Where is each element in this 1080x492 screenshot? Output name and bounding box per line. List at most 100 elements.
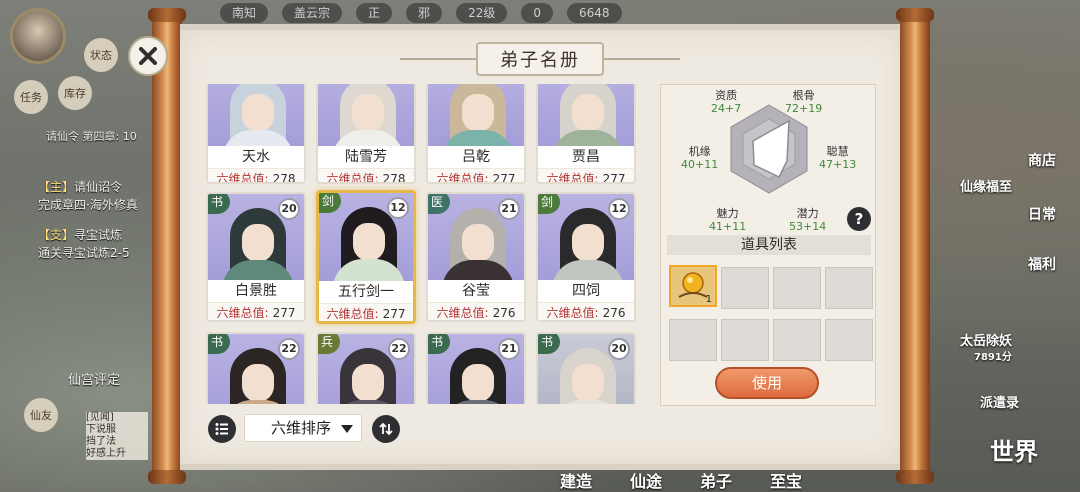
welfare-button[interactable]: 福利 — [1028, 254, 1056, 274]
nav-build[interactable]: 建造 — [560, 468, 592, 492]
disciple-card[interactable]: 书 21 — [426, 332, 526, 404]
stat-wisdom: 聪慧 47+13 — [819, 145, 856, 171]
daily-button[interactable]: 日常 — [1028, 204, 1056, 224]
stat-value: 41+11 — [709, 220, 747, 233]
stat-charm: 魅力 41+11 — [709, 207, 746, 233]
item-slot-empty[interactable] — [669, 319, 717, 361]
close-button[interactable] — [128, 36, 168, 76]
currency-jade: 6648 — [566, 3, 622, 23]
chat-preview[interactable]: [见闻] 下说服 挡了法 好感上升 — [86, 412, 148, 460]
stat-name: 根骨 — [792, 89, 815, 102]
item-slot-empty[interactable] — [825, 267, 873, 309]
stat-potential: 潜力 53+14 — [789, 207, 826, 233]
disciple-portrait — [208, 84, 304, 146]
disciple-portrait — [538, 84, 634, 146]
alignment-righteous: 正 — [356, 3, 393, 23]
stock-button[interactable]: 库存 — [58, 76, 92, 110]
gift-button[interactable]: 仙缘福至 — [960, 176, 1012, 195]
caret-down-icon — [341, 425, 353, 433]
stat-value: 47+13 — [819, 158, 857, 171]
stat-value: 72+19 — [785, 102, 823, 115]
stat-value: 53+14 — [789, 220, 827, 233]
disciple-name: 五行剑一 — [319, 281, 413, 303]
sort-order-toggle[interactable] — [372, 415, 400, 443]
sort-arrows-icon — [379, 422, 393, 436]
item-slot-empty[interactable] — [825, 319, 873, 361]
stat-value: 24+7 — [711, 102, 742, 115]
player-name: 南知 — [220, 3, 269, 23]
stat-value: 278 — [272, 172, 296, 184]
scroll-rod-left — [148, 8, 186, 484]
top-resource-bar: 南知 盖云宗 正 邪 22级 0 6648 — [220, 0, 840, 26]
stat-name: 潜力 — [796, 207, 819, 220]
disciple-name: 贾昌 — [538, 146, 634, 168]
list-filter-icon — [215, 423, 228, 435]
disciple-name: 四饲 — [538, 280, 634, 302]
disciple-detail-panel: 资质 24+7 根骨 72+19 聪慧 47+13 潜力 53+14 魅力 41… — [660, 84, 876, 406]
stat-value: 278 — [382, 172, 406, 184]
friends-button[interactable]: 仙友 — [24, 398, 58, 432]
disciple-card[interactable]: 吕乾 六维总值: 277 — [426, 84, 526, 184]
stat-value: 277 — [492, 172, 516, 184]
boss-button[interactable]: 太岳除妖 — [960, 330, 1012, 349]
use-item-button[interactable]: 使用 — [715, 367, 819, 399]
disciple-card[interactable]: 贾昌 六维总值: 277 — [536, 84, 636, 184]
level-badge: 20 — [608, 338, 630, 360]
item-slot-empty[interactable] — [721, 319, 769, 361]
level-badge: 21 — [498, 198, 520, 220]
disciple-stat: 六维总值: 277 — [319, 303, 413, 321]
disciple-stat: 六维总值: 278 — [318, 168, 414, 184]
nav-path[interactable]: 仙途 — [630, 468, 662, 492]
disciple-card[interactable]: 书 20 白景胜 六维总值: 277 — [206, 192, 306, 322]
disciple-card[interactable]: 书 20 — [536, 332, 636, 404]
status-button[interactable]: 状态 — [84, 38, 118, 72]
filter-button[interactable] — [208, 415, 236, 443]
shop-button[interactable]: 商店 — [1028, 150, 1056, 170]
tasks-button[interactable]: 任务 — [14, 80, 48, 114]
world-chat-button[interactable]: 世界 — [990, 432, 1038, 467]
chat-line: 下说服 — [86, 424, 116, 435]
chat-line: 好感上升 — [86, 448, 126, 459]
chat-line: 挡了法 — [86, 436, 116, 447]
disciple-portrait — [428, 84, 524, 146]
disciple-card[interactable]: 医 21 谷莹 六维总值: 276 — [426, 192, 526, 322]
stat-value: 40+11 — [681, 158, 719, 171]
stat-fortune: 机缘 40+11 — [681, 145, 718, 171]
disciple-card-selected[interactable]: 剑 12 五行剑一 六维总值: 277 — [316, 190, 416, 324]
item-slot-empty[interactable] — [773, 319, 821, 361]
close-icon — [139, 47, 157, 65]
level-badge: 22 — [278, 338, 300, 360]
chapter-text: 第四章: — [82, 130, 120, 143]
disciple-stat: 六维总值: 277 — [208, 302, 304, 320]
disciple-name: 吕乾 — [428, 146, 524, 168]
item-slot-empty[interactable] — [773, 267, 821, 309]
disciple-stat: 六维总值: 277 — [428, 168, 524, 184]
chapter-icon-label: 请仙令 — [46, 130, 79, 143]
disciple-card[interactable]: 天水 六维总值: 278 — [206, 84, 306, 184]
nav-treasure[interactable]: 至宝 — [770, 468, 802, 492]
nav-disciples[interactable]: 弟子 — [700, 468, 732, 492]
disciple-card[interactable]: 陆雪芳 六维总值: 278 — [316, 84, 416, 184]
stat-label: 六维总值: — [216, 306, 269, 320]
dialog-title: 弟子名册 — [476, 42, 604, 76]
help-button[interactable]: ? — [847, 207, 871, 231]
bottom-nav: 建造 仙途 弟子 至宝 — [560, 468, 802, 492]
disciple-name: 陆雪芳 — [318, 146, 414, 168]
sect-name: 盖云宗 — [282, 3, 343, 23]
disciple-stat: 六维总值: 278 — [208, 168, 304, 184]
sort-dropdown[interactable]: 六维排序 — [244, 414, 362, 442]
disciple-card[interactable]: 剑 12 四饲 六维总值: 276 — [536, 192, 636, 322]
disciple-card[interactable]: 兵 22 — [316, 332, 416, 404]
disciple-card[interactable]: 书 22 — [206, 332, 306, 404]
right-hud: 商店 仙缘福至 日常 福利 太岳除妖 7891分 派遣录 世界 — [930, 0, 1080, 492]
stat-label: 六维总值: — [436, 172, 489, 184]
item-slot[interactable]: 1 — [669, 265, 717, 307]
item-slot-empty[interactable] — [721, 267, 769, 309]
item-count: 1 — [705, 294, 712, 305]
stat-name: 魅力 — [716, 207, 739, 220]
player-avatar[interactable] — [10, 8, 66, 64]
disciple-grid[interactable]: 天水 六维总值: 278 陆雪芳 六维总值: 278 吕乾 六维总值: 277 贾昌 … — [196, 84, 650, 404]
dispatch-button[interactable]: 派遣录 — [980, 392, 1019, 411]
disciple-portrait — [318, 84, 414, 146]
disciple-stat: 六维总值: 276 — [428, 302, 524, 320]
